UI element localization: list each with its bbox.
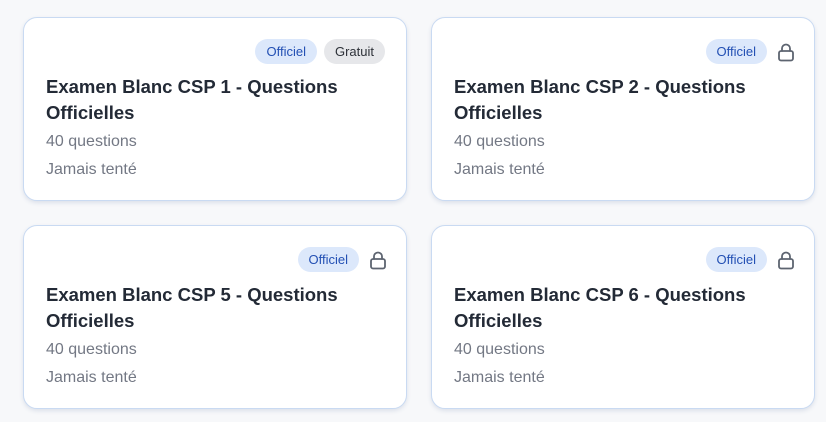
- question-count: 40 questions: [454, 341, 545, 358]
- exam-title: Examen Blanc CSP 1 - Questions Officiell…: [46, 76, 338, 123]
- exam-card-csp-5[interactable]: Officiel Examen Blanc CSP 5 - Questions …: [23, 225, 407, 409]
- exam-card-csp-2[interactable]: Officiel Examen Blanc CSP 2 - Questions …: [431, 17, 815, 201]
- card-badges: Officiel: [705, 39, 795, 64]
- exam-title: Examen Blanc CSP 6 - Questions Officiell…: [454, 284, 746, 331]
- free-badge: Gratuit: [323, 39, 385, 64]
- official-badge: Officiel: [705, 39, 767, 64]
- attempt-status: Jamais tenté: [454, 369, 545, 386]
- exam-title: Examen Blanc CSP 2 - Questions Officiell…: [454, 76, 746, 123]
- question-count: 40 questions: [46, 341, 137, 358]
- official-badge: Officiel: [705, 247, 767, 272]
- card-badges: Officiel Gratuit: [255, 39, 385, 64]
- lock-icon: [369, 250, 387, 270]
- lock-icon: [777, 42, 795, 62]
- question-count: 40 questions: [454, 133, 545, 150]
- question-count: 40 questions: [46, 133, 137, 150]
- exam-card-csp-1[interactable]: Officiel Gratuit Examen Blanc CSP 1 - Qu…: [23, 17, 407, 201]
- attempt-status: Jamais tenté: [46, 161, 137, 178]
- official-badge: Officiel: [297, 247, 359, 272]
- lock-icon: [777, 250, 795, 270]
- attempt-status: Jamais tenté: [46, 369, 137, 386]
- official-badge: Officiel: [255, 39, 317, 64]
- attempt-status: Jamais tenté: [454, 161, 545, 178]
- exam-grid: Officiel Gratuit Examen Blanc CSP 1 - Qu…: [0, 0, 826, 422]
- exam-title: Examen Blanc CSP 5 - Questions Officiell…: [46, 284, 338, 331]
- card-badges: Officiel: [297, 247, 387, 272]
- exam-card-csp-6[interactable]: Officiel Examen Blanc CSP 6 - Questions …: [431, 225, 815, 409]
- card-badges: Officiel: [705, 247, 795, 272]
